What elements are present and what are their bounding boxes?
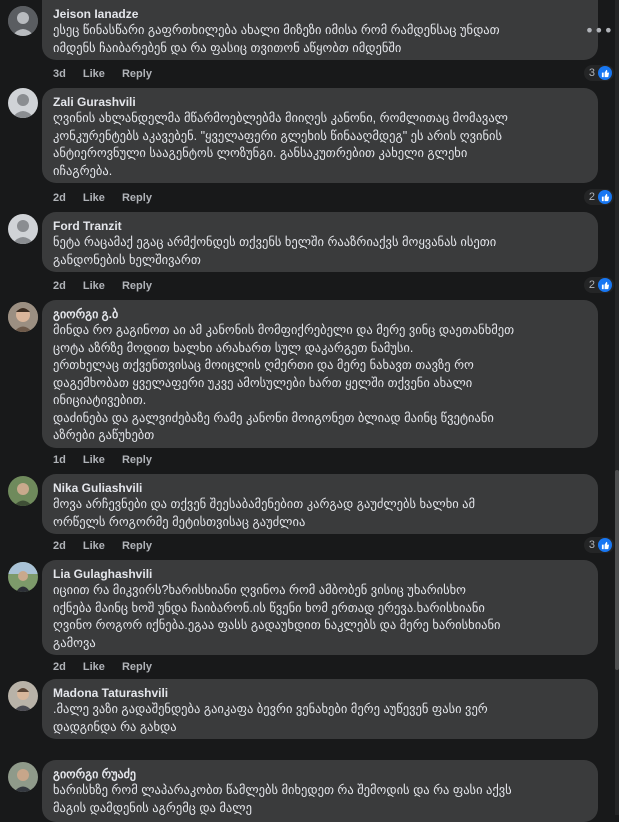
reaction-count[interactable]: 2 [583,277,614,293]
reaction-count[interactable]: 2 [583,189,614,205]
avatar[interactable] [8,562,38,592]
comment-author[interactable]: Madona Taturashvili [53,685,586,701]
profile-photo-icon [8,476,38,506]
comment-text-line: დაგემხობათ ყველაფერი უკვე ამოსულები ხართ… [53,375,473,390]
comment-actions: 3d Like Reply [53,67,166,81]
reaction-count[interactable]: 3 [583,537,614,553]
comment-time[interactable]: 2d [53,280,66,292]
thumbs-up-icon [598,66,612,80]
reaction-number: 3 [588,539,595,551]
like-button[interactable]: Like [83,68,105,80]
comment-text-line: განდონების ხელშივართ [53,252,201,267]
ellipsis-icon[interactable]: ••• [585,23,613,39]
comment-author[interactable]: Lia Gulaghashvili [53,566,586,582]
reply-button[interactable]: Reply [122,454,152,466]
comment-text-line: გამოვა [53,635,96,650]
avatar[interactable] [8,214,38,244]
reaction-count[interactable]: 3 [583,65,614,81]
reaction-number: 3 [588,67,595,79]
comment-text-line: ერთხელაც თქვენთვისაც მოიცლის ღმერთი და მ… [53,358,474,372]
comment-bubble: Lia Gulaghashvili იციით რა მიკვირს?ხარის… [42,560,598,655]
thumbs-up-icon [598,278,612,292]
default-avatar-icon [8,214,38,244]
like-button[interactable]: Like [83,540,105,552]
comment-actions: 2d Like Reply [53,660,166,674]
comment-text-line: იქნება მაინც ხოშ უნდა ჩაიბარონ.ის წვენი … [53,600,485,615]
avatar[interactable] [8,476,38,506]
avatar[interactable] [8,6,38,36]
scrollbar-thumb[interactable] [615,470,619,670]
comment-text-line: იმდენს ჩაიბარებენ და რა ფასიც თვითონ აწყ… [53,40,402,55]
comment-time[interactable]: 1d [53,454,66,466]
comment-bubble: Zali Gurashvili ღვინის ახლანდელმა მწარმო… [42,88,598,183]
comment-bubble: გიორგი გ.ბ მინდა რო გაგინოთ აი ამ კანონი… [42,300,598,448]
comment-time[interactable]: 2d [53,192,66,204]
avatar[interactable] [8,762,38,792]
comment-bubble: გიორგი რუაძე ხარისხზე რომ ლაპარაკობთ წამ… [42,760,598,822]
comment-bubble: Ford Tranzit ნეტა რაცამაქ ეგაც არმქონდეს… [42,212,598,272]
comments-feed: Jeison Ianadze ესეც წინასწარი გაფრთხილებ… [0,0,619,822]
default-avatar-icon [8,88,38,118]
comment-text-line: ნეტა რაცამაქ ეგაც არმქონდეს თქვენს ხელში… [53,235,497,249]
like-button[interactable]: Like [83,280,105,292]
comment-author[interactable]: გიორგი რუაძე [53,766,586,782]
avatar[interactable] [8,681,38,711]
avatar[interactable] [8,302,38,332]
comment-actions: 2d Like Reply [53,191,166,205]
reply-button[interactable]: Reply [122,192,152,204]
comment-text-line: დადგინდა რა გახდა [53,719,177,734]
comment-actions: 2d Like Reply [53,539,166,553]
comment-actions: 1d Like Reply [53,453,166,467]
comment-text-line: დაძინება და გალვიძებაზე რამე კანონი მოიგ… [53,410,494,425]
comment-text-line: იჩაგრება. [53,163,113,178]
avatar[interactable] [8,88,38,118]
comment-text-line: მაგის დამდენის აგრემც და მალე [53,800,252,815]
comment-bubble: Madona Taturashvili .მალე ვაზი გადაშენდე… [42,679,598,739]
reply-button[interactable]: Reply [122,540,152,552]
comment-text-line: კონკურენტებს აკავებენ. "ყველაფერი გლეხის… [53,128,503,143]
comment-author[interactable]: Ford Tranzit [53,218,586,234]
comment-text-line: .მალე ვაზი გადაშენდება გაიკაფა ბევრი ვენ… [53,702,488,716]
reply-button[interactable]: Reply [122,661,152,673]
profile-photo-icon [8,762,38,792]
comment-actions: 2d Like Reply [53,279,166,293]
comment-author[interactable]: Nika Guliashvili [53,480,586,496]
comment-text-line: აზრები გაწუხებთ [53,428,155,442]
comment-time[interactable]: 2d [53,661,66,673]
comment-bubble: Nika Guliashvili მოვა არჩევნები და თქვენ… [42,474,598,534]
profile-photo-icon [8,681,38,711]
comment-text-line: ესეც წინასწარი გაფრთხილება ახალი მიზეზი … [53,23,500,37]
like-button[interactable]: Like [83,454,105,466]
scrollbar-track[interactable] [615,0,619,815]
like-button[interactable]: Like [83,661,105,673]
default-avatar-icon [8,6,38,36]
comment-text-line: იციით რა მიკვირს?ხარისხიანი ღვინოა რომ ა… [53,583,467,597]
thumbs-up-icon [598,190,612,204]
comment-text-line: მინდა რო გაგინოთ აი ამ კანონის მომფიქრებ… [53,323,515,337]
comment-text-line: ღვინო როგორ იქნება.ეგაა ფასს გადაუხდით ნ… [53,618,501,632]
reply-button[interactable]: Reply [122,68,152,80]
comment-author[interactable]: Jeison Ianadze [53,6,586,22]
comment-text-line: ანტიეროვნული სააგენტოს ლოზუნგი. განსაკუთ… [53,146,468,160]
profile-photo-icon [8,562,38,592]
comment-time[interactable]: 2d [53,540,66,552]
like-button[interactable]: Like [83,192,105,204]
comment-bubble: Jeison Ianadze ესეც წინასწარი გაფრთხილებ… [42,0,598,60]
comment-text-line: ორწელს როგორმე მეტისთვისაც გაუძლია [53,514,306,529]
comment-text-line: ცოტა აზრზე მოდით ხალხი არახართ სულ დაკარ… [53,340,414,355]
comment-author[interactable]: Zali Gurashvili [53,94,586,110]
comment-time[interactable]: 3d [53,68,66,80]
comment-author[interactable]: გიორგი გ.ბ [53,306,586,322]
comment-text-line: ღვინის ახლანდელმა მწარმოებლებმა მიიღეს კ… [53,111,508,125]
thumbs-up-icon [598,538,612,552]
reply-button[interactable]: Reply [122,280,152,292]
comment-text-line: ინიციატივებით. [53,393,147,407]
profile-photo-icon [8,302,38,332]
comment-text-line: ხარისხზე რომ ლაპარაკობთ წამლებს მიხედეთ … [53,783,512,797]
comment-text-line: მოვა არჩევნები და თქვენ შეესაბამენებით კ… [53,497,476,511]
reaction-number: 2 [588,279,595,291]
reaction-number: 2 [588,191,595,203]
